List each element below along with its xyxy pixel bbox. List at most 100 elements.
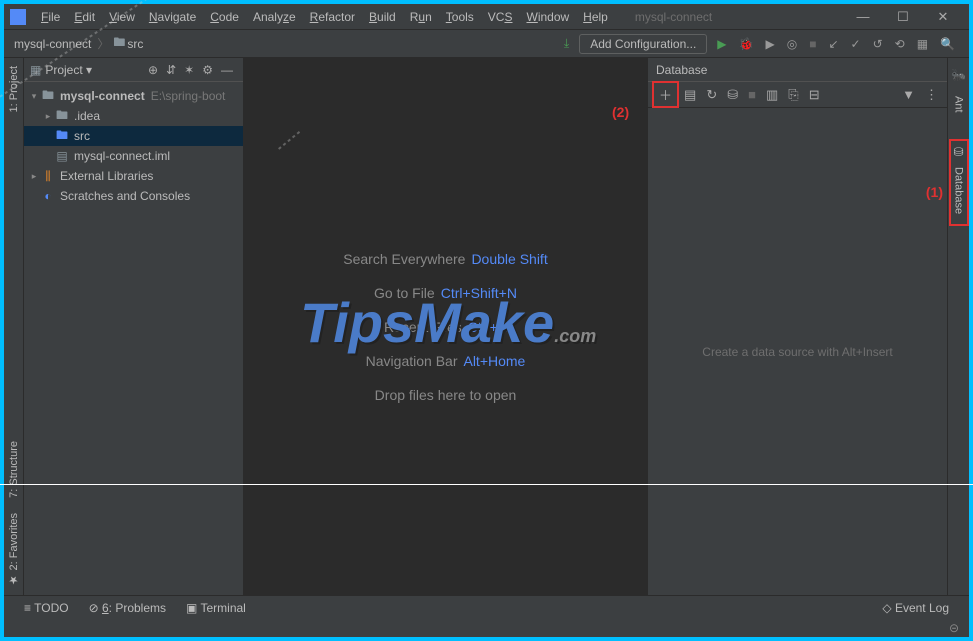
menu-view[interactable]: View [102, 8, 142, 26]
hint-navigation-bar: Navigation BarAlt+Home [366, 353, 526, 369]
ant-icon[interactable]: 🐜 [951, 68, 966, 82]
collapse-icon[interactable]: ✶ [180, 63, 198, 77]
run-icon[interactable]: ▶ [711, 35, 732, 53]
database-panel-title: Database [648, 58, 947, 82]
duplicate-icon[interactable]: ▤ [679, 85, 701, 105]
ide-status-icon[interactable]: ⊝ [939, 619, 969, 637]
profiler-icon[interactable]: ◎ [781, 35, 803, 53]
menu-refactor[interactable]: Refactor [303, 8, 362, 26]
debug-icon[interactable]: 🐞 [733, 35, 760, 53]
menu-vcs[interactable]: VCS [481, 8, 520, 26]
project-view-icon: ▦ [30, 63, 41, 77]
add-datasource-button[interactable]: ＋ [652, 81, 679, 108]
tree-root-label: mysql-connect [56, 89, 145, 103]
tab-structure[interactable]: 7: Structure [6, 433, 22, 506]
chevron-right-icon: ▸ [42, 111, 54, 122]
build-icon[interactable]: ⤓ [558, 34, 575, 53]
tab-project[interactable]: 1: Project [6, 58, 22, 120]
right-gutter: 🐜 Ant ⛁ Database [947, 58, 969, 595]
window-project-name: mysql-connect [615, 10, 732, 24]
tab-database[interactable]: ⛁ Database [949, 139, 969, 226]
tree-external-libraries[interactable]: ▸ ⫼ External Libraries [24, 166, 243, 186]
structure-icon[interactable]: ▦ [911, 35, 934, 53]
ide-window: File Edit View Navigate Code Analyze Ref… [4, 4, 969, 637]
chevron-down-icon: ▾ [28, 91, 40, 102]
git-branch-icon[interactable]: ↙ [822, 35, 844, 53]
left-gutter: 1: Project 7: Structure ★ 2: Favorites [4, 58, 24, 595]
maximize-button[interactable]: ☐ [883, 9, 923, 25]
refresh-icon[interactable]: ↻ [701, 85, 722, 105]
menu-navigate[interactable]: Navigate [142, 8, 203, 26]
view-options-icon[interactable]: ⋮ [920, 85, 943, 105]
chevron-right-icon: 〉 [93, 35, 113, 52]
tree-root-path: E:\spring-boot [145, 89, 226, 103]
tree-src-label: src [70, 129, 90, 143]
database-empty-placeholder: Create a data source with Alt+Insert [648, 108, 947, 595]
menu-build[interactable]: Build [362, 8, 403, 26]
library-icon: ⫼ [40, 169, 56, 184]
tree-idea-label: .idea [70, 109, 100, 123]
breadcrumb-root[interactable]: mysql-connect [12, 37, 93, 51]
menu-code[interactable]: Code [203, 8, 246, 26]
hide-icon[interactable]: — [217, 63, 237, 77]
hint-recent-files: Recent FilesCtrl+E [384, 319, 507, 335]
hint-search-everywhere: Search EverywhereDouble Shift [343, 251, 547, 267]
commit-icon[interactable]: ✓ [845, 35, 867, 53]
breadcrumb-folder[interactable]: src [125, 37, 145, 51]
tab-database-label: Database [951, 161, 967, 220]
add-configuration-button[interactable]: Add Configuration... [579, 34, 707, 54]
console-icon[interactable]: ▥ [761, 85, 783, 105]
status-bar: ≡ TODO ⊘ 6: Problems ▣ Terminal ◇ Event … [4, 595, 969, 619]
collapse-all-icon[interactable]: ⊟ [804, 85, 825, 105]
todo-button[interactable]: ≡ TODO [14, 601, 79, 615]
terminal-button[interactable]: ▣ Terminal [176, 601, 256, 615]
titlebar: File Edit View Navigate Code Analyze Ref… [4, 4, 969, 30]
tree-src[interactable]: 🖿 src [24, 126, 243, 146]
update-icon[interactable]: ↺ [867, 35, 889, 53]
tree-idea[interactable]: ▸ 🖿 .idea [24, 106, 243, 126]
menu-help[interactable]: Help [576, 8, 615, 26]
project-panel-header: ▦ Project ▾ ⊕ ⇵ ✶ ⚙ — [24, 58, 243, 82]
menu-edit[interactable]: Edit [67, 8, 102, 26]
bottom-bar: ⊝ [4, 619, 969, 637]
problems-button[interactable]: ⊘ 6: Problems [79, 601, 176, 615]
stop-icon[interactable]: ■ [743, 85, 761, 104]
menu-analyze[interactable]: Analyze [246, 8, 303, 26]
file-icon: ▤ [54, 149, 70, 163]
tab-ant[interactable]: Ant [951, 90, 967, 119]
filter-icon[interactable]: ▼ [897, 85, 920, 104]
project-panel-title[interactable]: Project ▾ [41, 63, 144, 77]
tree-scratches[interactable]: ◐ Scratches and Consoles [24, 186, 243, 206]
menu-tools[interactable]: Tools [439, 8, 481, 26]
chevron-right-icon: ▸ [28, 171, 40, 182]
database-toolbar: ＋ ▤ ↻ ⛁ ■ ▥ ⎘ ⊟ ▼ ⋮ [648, 82, 947, 108]
project-tree: ▾ 🖿 mysql-connect E:\spring-boot ▸ 🖿 .id… [24, 82, 243, 210]
show-history-icon[interactable]: ⟲ [889, 35, 911, 53]
datasource-properties-icon[interactable]: ⛁ [722, 85, 743, 105]
database-icon: ⛁ [953, 145, 963, 159]
navigation-bar: mysql-connect 〉 🖿 src ⤓ Add Configuratio… [4, 30, 969, 58]
jump-to-query-icon[interactable]: ⎘ [783, 85, 803, 105]
database-tool-window: Database ＋ ▤ ↻ ⛁ ■ ▥ ⎘ ⊟ ▼ ⋮ Create a da… [647, 58, 947, 595]
tree-iml[interactable]: ▤ mysql-connect.iml [24, 146, 243, 166]
select-opened-file-icon[interactable]: ⊕ [144, 63, 162, 77]
event-log-button[interactable]: ◇ Event Log [872, 601, 959, 615]
menu-run[interactable]: Run [403, 8, 439, 26]
search-icon[interactable]: 🔍 [934, 35, 961, 53]
tree-root[interactable]: ▾ 🖿 mysql-connect E:\spring-boot [24, 86, 243, 106]
hint-drop-files: Drop files here to open [375, 387, 517, 403]
expand-all-icon[interactable]: ⇵ [162, 63, 180, 77]
body-area: 1: Project 7: Structure ★ 2: Favorites ▦… [4, 58, 969, 595]
close-button[interactable]: ✕ [923, 9, 963, 25]
minimize-button[interactable]: — [843, 9, 883, 24]
editor-area[interactable]: Search EverywhereDouble Shift Go to File… [244, 58, 647, 595]
folder-icon: 🖿 [54, 106, 70, 126]
menu-window[interactable]: Window [519, 8, 576, 26]
tab-favorites[interactable]: ★ 2: Favorites [5, 505, 22, 595]
stop-icon[interactable]: ■ [803, 35, 822, 53]
coverage-icon[interactable]: ▶ [759, 35, 780, 53]
tree-scratch-label: Scratches and Consoles [56, 189, 190, 203]
settings-icon[interactable]: ⚙ [198, 63, 217, 77]
tree-extlib-label: External Libraries [56, 169, 153, 183]
menu-file[interactable]: File [34, 8, 67, 26]
